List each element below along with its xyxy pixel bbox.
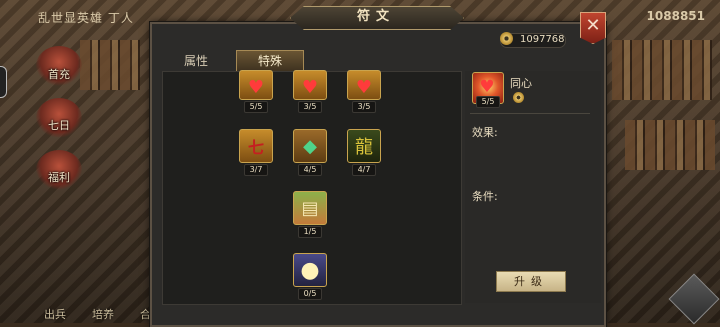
selected-rune-count: 5/5 [476, 96, 500, 108]
moon-orb-icon: ● [300, 257, 320, 283]
side-label-welfare[interactable]: 福利 [36, 169, 82, 185]
rune-count: 5/5 [244, 101, 268, 113]
cost-coin-icon [513, 92, 524, 103]
side-label-first-charge[interactable]: 首充 [36, 66, 82, 82]
rune-count: 3/7 [244, 164, 268, 176]
rune-count: 4/5 [298, 164, 322, 176]
rune-slot[interactable]: ♥ [293, 70, 327, 100]
scroll-book-icon: ▤ [301, 197, 319, 219]
seven-medal-icon: 七 [247, 138, 264, 157]
rune-slot[interactable]: ◆ [293, 129, 327, 163]
dialog-title: 符文 [356, 9, 395, 24]
rune-slot[interactable]: 七 [239, 129, 273, 163]
rune-count: 3/5 [352, 101, 376, 113]
close-button[interactable]: ✕ [580, 12, 606, 44]
bookshelf-left [80, 40, 140, 90]
rune-count: 1/5 [298, 226, 322, 238]
tab-special[interactable]: 特殊 [236, 50, 304, 71]
rune-slot[interactable]: ● [293, 253, 327, 287]
heart-rune-icon: ♥ [301, 76, 319, 98]
bottom-item-train[interactable]: 培养 [92, 306, 114, 322]
side-label-seven-day[interactable]: 七日 [36, 117, 82, 133]
heart-rune-icon: ♥ [355, 76, 373, 98]
bookshelf-right [612, 40, 712, 100]
rune-slot[interactable]: ▤ [293, 191, 327, 225]
close-x-icon: ✕ [585, 15, 601, 36]
effect-label: 效果: [472, 126, 498, 139]
left-edge-tab[interactable] [0, 66, 7, 98]
rune-slot[interactable]: ♥ [239, 70, 273, 100]
selected-rune-name: 同心 [510, 77, 532, 90]
power-value: 1088851 [646, 9, 705, 23]
upgrade-button[interactable]: 升级 [496, 271, 566, 292]
game-title: 乱世显英雄 丁人 [38, 11, 134, 25]
jade-gem-icon: ◆ [303, 135, 317, 157]
bottom-item-deploy[interactable]: 出兵 [44, 306, 66, 322]
detail-divider [470, 113, 590, 114]
heart-rune-icon: ♥ [247, 76, 265, 98]
rune-count: 4/7 [352, 164, 376, 176]
coin-value: 1097768 [520, 34, 565, 45]
rune-slot[interactable]: 龍 [347, 129, 381, 163]
condition-label: 条件: [472, 190, 498, 203]
copper-coin-icon [500, 32, 513, 45]
bookshelf-right-low [625, 120, 715, 170]
dragon-icon: 龍 [355, 137, 373, 158]
rune-count: 0/5 [298, 288, 322, 300]
rune-slot[interactable]: ♥ [347, 70, 381, 100]
rune-count: 3/5 [298, 101, 322, 113]
tab-attributes[interactable]: 属性 [166, 52, 226, 70]
